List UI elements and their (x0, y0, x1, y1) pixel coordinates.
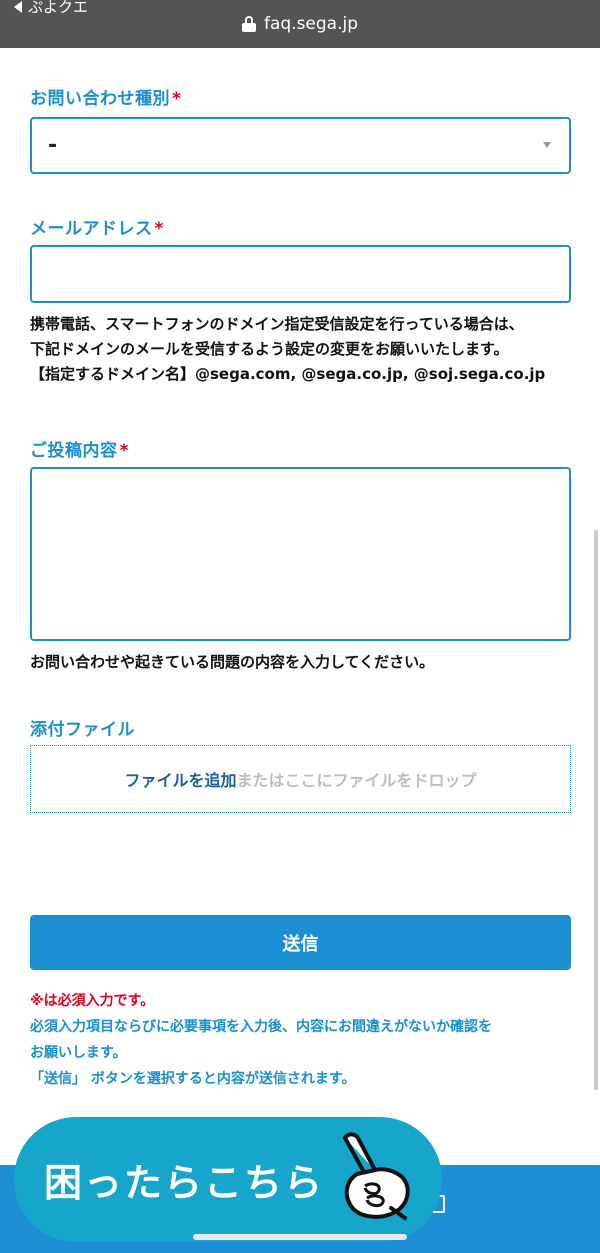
home-indicator (193, 1234, 407, 1240)
scrollbar[interactable] (594, 530, 598, 1090)
browser-top-bar: ぷよクエ faq.sega.jp (0, 0, 600, 48)
required-mark: * (119, 441, 129, 461)
message-label-text: ご投稿内容 (30, 441, 118, 461)
submit-note: 「送信」 ボタンを選択すると内容が送信されます。 (30, 1071, 356, 1087)
inquiry-type-label: お問い合わせ種別 * (30, 84, 181, 109)
pointing-hand-icon (343, 1132, 410, 1220)
email-field[interactable] (30, 245, 571, 303)
inquiry-type-select[interactable]: - (30, 117, 571, 174)
email-label: メールアドレス * (30, 214, 164, 239)
drop-hint: またはここにファイルをドロップ (236, 771, 477, 790)
message-help-text: お問い合わせや起きている問題の内容を入力してください。 (30, 653, 435, 671)
inquiry-type-selected-value: - (48, 133, 58, 158)
email-help-text: 携帯電話、スマートフォンのドメイン指定受信設定を行っている場合は、 下記ドメイン… (30, 312, 545, 387)
help-bubble-label: 困ったらこちら (44, 1161, 325, 1205)
lock-icon (241, 16, 256, 32)
required-mark: * (172, 89, 182, 109)
required-note: ※は必須入力です。 (30, 993, 155, 1009)
dropdown-caret-icon (543, 142, 551, 148)
inquiry-type-label-text: お問い合わせ種別 (30, 89, 170, 109)
message-label: ご投稿内容 * (30, 436, 129, 461)
message-textarea[interactable] (30, 467, 571, 641)
attachment-label: 添付ファイル (30, 720, 135, 740)
email-help-line-2: 下記ドメインのメールを受信するよう設定の変更をお願いいたします。 (30, 340, 509, 358)
confirm-note-line-1: 必須入力項目ならびに必要事項を入力後、内容にお間違えがないか確認を (30, 1019, 492, 1035)
required-mark: * (154, 219, 164, 239)
email-help-line-1: 携帯電話、スマートフォンのドメイン指定受信設定を行っている場合は、 (30, 315, 524, 333)
form-notes: ※は必須入力です。 必須入力項目ならびに必要事項を入力後、内容にお間違えがないか… (30, 988, 575, 1092)
address-bar[interactable]: faq.sega.jp (0, 14, 600, 34)
back-arrow-icon (14, 0, 22, 13)
email-label-text: メールアドレス (30, 219, 153, 239)
add-file-link[interactable]: ファイルを追加 (124, 767, 236, 791)
submit-button[interactable]: 送信 (30, 915, 571, 970)
email-help-line-3: 【指定するドメイン名】@sega.com, @sega.co.jp, @soj.… (30, 365, 546, 383)
file-dropzone[interactable]: ファイルを追加 またはここにファイルをドロップ (30, 745, 571, 813)
url-text: faq.sega.jp (263, 14, 359, 34)
confirm-note-line-2: お願いします。 (30, 1045, 127, 1061)
